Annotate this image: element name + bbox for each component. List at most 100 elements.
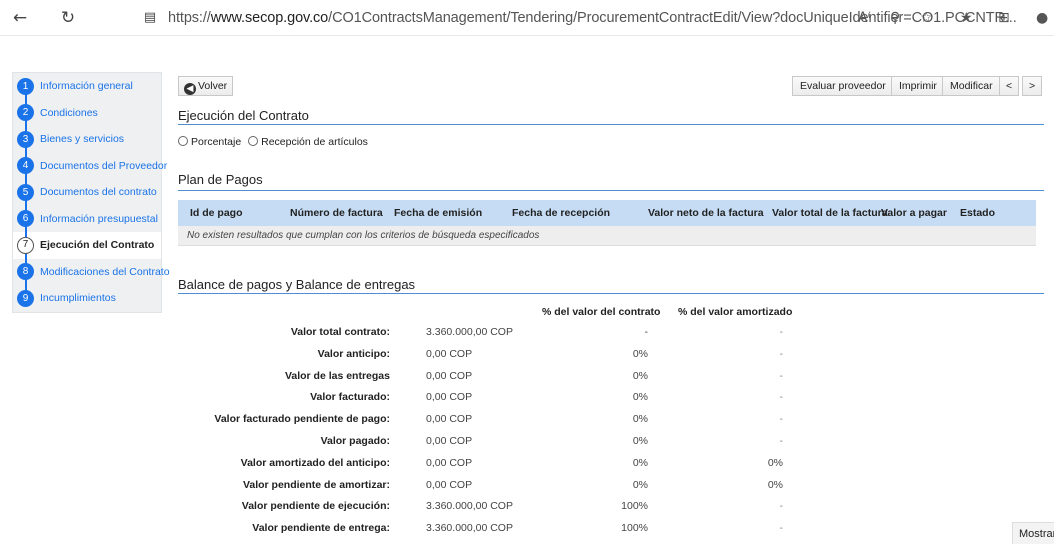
balance-value: 0,00 COP xyxy=(426,347,473,360)
favorite-add-icon[interactable]: ☆ xyxy=(920,8,933,28)
next-button[interactable]: > xyxy=(1022,76,1043,96)
balance-label: Valor pendiente de entrega: xyxy=(252,522,390,535)
column-header[interactable]: Valor total de la factura xyxy=(772,207,888,219)
show-button[interactable]: Mostrar xyxy=(1012,522,1054,544)
sidebar-step-4[interactable]: 4 Documentos del Proveedor xyxy=(13,152,167,179)
step-number: 4 xyxy=(17,157,34,175)
balance-value: 0,00 COP xyxy=(426,391,473,404)
prev-label: < xyxy=(1006,80,1013,92)
balance-label: Valor pendiente de amortizar: xyxy=(242,478,390,491)
sidebar-step-9[interactable]: 9 Incumplimientos xyxy=(13,285,161,312)
balance-amort: - xyxy=(779,413,784,426)
url-host: www.secop.gov.co xyxy=(210,10,329,26)
column-header[interactable]: Número de factura xyxy=(290,207,383,219)
column-header[interactable]: Estado xyxy=(960,207,995,219)
balance-row: Valor pendiente de entrega: 3.360.000,00 … xyxy=(178,522,798,544)
step-number: 9 xyxy=(17,289,34,307)
balance-value: 3.360.000,00 COP xyxy=(426,522,513,535)
step-label: Información general xyxy=(40,80,133,93)
step-label: Bienes y servicios xyxy=(40,133,125,146)
step-number: 5 xyxy=(17,183,34,201)
step-label: Información presupuestal xyxy=(40,212,158,225)
favorites-icon[interactable]: ★ xyxy=(960,8,973,28)
prev-button[interactable]: < xyxy=(999,76,1020,96)
balance-pct: 0% xyxy=(632,478,648,491)
profile-icon[interactable]: ● xyxy=(1036,8,1048,28)
column-header[interactable]: Id de pago xyxy=(190,207,243,219)
balance-pct: 100% xyxy=(621,500,648,513)
balance-pct: 100% xyxy=(621,522,648,535)
balance-value: 0,00 COP xyxy=(426,478,473,491)
sidebar-step-1[interactable]: 1 Información general xyxy=(13,73,161,100)
balance-label: Valor de las entregas xyxy=(284,369,390,382)
zoom-icon[interactable]: ⚲ xyxy=(890,8,900,28)
back-arrow-icon[interactable]: ← xyxy=(10,8,30,28)
reception-label[interactable]: Recepción de artículos xyxy=(261,136,368,148)
balance-row: Valor pagado: 0,00 COP 0% - xyxy=(178,435,798,457)
balance-value: 0,00 COP xyxy=(426,413,473,426)
evaluate-supplier-label: Evaluar proveedor xyxy=(800,80,886,92)
empty-message: No existen resultados que cumplan con lo… xyxy=(187,230,540,241)
balance-pct: 0% xyxy=(632,435,648,447)
step-number: 2 xyxy=(17,104,34,122)
step-label: Incumplimientos xyxy=(40,292,116,305)
step-number: 3 xyxy=(17,130,34,148)
reception-radio[interactable] xyxy=(248,136,259,146)
sidebar-step-2[interactable]: 2 Condiciones xyxy=(13,99,161,126)
back-button[interactable]: ◀ Volver xyxy=(178,76,234,96)
balance-col-amort: % del valor amortizado xyxy=(678,306,793,318)
sidebar-step-3[interactable]: 3 Bienes y servicios xyxy=(13,126,161,153)
balance-pct: 0% xyxy=(632,347,648,360)
balance-pct: - xyxy=(644,326,649,338)
percentage-radio[interactable] xyxy=(178,136,188,146)
print-button[interactable]: Imprimir xyxy=(891,76,945,96)
back-circle-icon: ◀ xyxy=(184,83,196,95)
payment-plan-title: Plan de Pagos xyxy=(178,172,263,187)
execution-options: Porcentaje Recepción de artículos xyxy=(178,136,368,148)
balance-value: 0,00 COP xyxy=(426,369,473,382)
evaluate-supplier-button[interactable]: Evaluar proveedor xyxy=(792,76,894,96)
balance-row: Valor pendiente de amortizar: 0,00 COP 0% 0… xyxy=(178,479,798,501)
payment-plan-rule xyxy=(178,190,1044,191)
balance-label: Valor pagado: xyxy=(320,435,390,447)
payment-table-empty-row: No existen resultados que cumplan con lo… xyxy=(178,226,1036,246)
execution-rule xyxy=(178,124,1044,125)
balance-label: Valor total contrato: xyxy=(290,326,390,338)
balance-amort: 0% xyxy=(767,478,783,491)
step-label: Documentos del Proveedor xyxy=(40,159,168,172)
page-info-icon[interactable]: ▤ xyxy=(140,8,160,28)
sidebar-step-5[interactable]: 5 Documentos del contrato xyxy=(13,179,161,206)
show-label: Mostrar xyxy=(1019,528,1054,540)
balance-rule xyxy=(178,293,1044,294)
next-label: > xyxy=(1029,80,1036,92)
percentage-label[interactable]: Porcentaje xyxy=(191,136,241,148)
refresh-icon[interactable]: ↻ xyxy=(58,8,78,28)
balance-amort: 0% xyxy=(767,456,783,469)
balance-value: 3.360.000,00 COP xyxy=(426,500,513,513)
column-header[interactable]: Valor neto de la factura xyxy=(648,207,764,219)
step-label: Modificaciones del Contrato xyxy=(40,265,170,278)
balance-amort: - xyxy=(779,500,784,513)
step-number: 7 xyxy=(17,236,34,254)
read-aloud-icon[interactable]: A⁽ xyxy=(858,8,871,28)
balance-amort: - xyxy=(779,522,784,535)
column-header[interactable]: Fecha de emisión xyxy=(394,207,482,219)
sidebar-step-6[interactable]: 6 Información presupuestal xyxy=(13,205,161,232)
column-header[interactable]: Fecha de recepción xyxy=(512,207,610,219)
balance-label: Valor facturado: xyxy=(310,391,390,404)
url-path: /CO1ContractsManagement/Tendering/Procur… xyxy=(328,10,1017,26)
balance-amort: - xyxy=(779,326,784,338)
collections-icon[interactable]: ⊞ xyxy=(998,8,1010,28)
balance-row: Valor facturado pendiente de pago: 0,00 C… xyxy=(178,413,798,435)
balance-pct: 0% xyxy=(632,413,648,426)
balance-row: Valor total contrato: 3.360.000,00 COP - - xyxy=(178,326,798,348)
balance-row: Valor anticipo: 0,00 COP 0% - xyxy=(178,348,798,370)
balance-pct: 0% xyxy=(632,456,648,469)
balance-row: Valor de las entregas 0,00 COP 0% - xyxy=(178,370,798,392)
balance-pct: 0% xyxy=(632,391,648,404)
sidebar-step-8[interactable]: 8 Modificaciones del Contrato xyxy=(13,258,170,285)
modify-button[interactable]: Modificar xyxy=(942,76,1001,96)
sidebar-step-7[interactable]: 7 Ejecución del Contrato xyxy=(13,232,161,259)
steps-sidebar: 1 Información general 2 Condiciones 3 Bienes … xyxy=(12,72,170,313)
column-header[interactable]: Valor a pagar xyxy=(881,207,947,219)
